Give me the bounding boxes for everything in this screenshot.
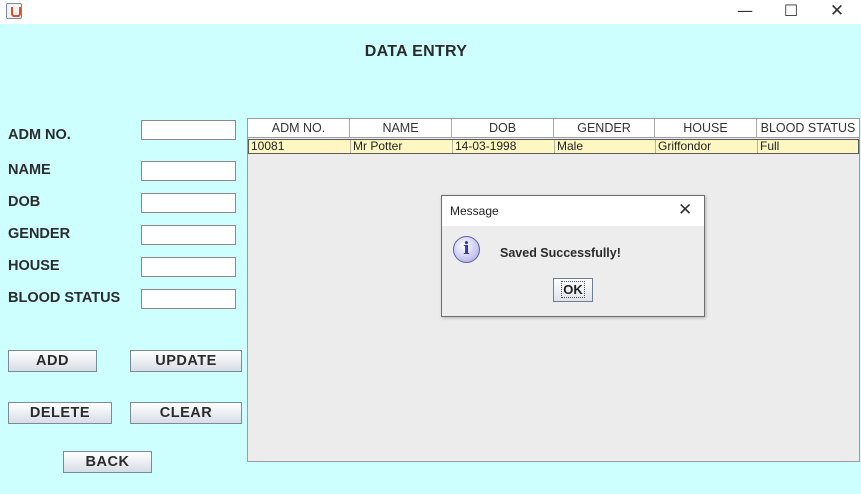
dialog-message: Saved Successfully!: [500, 246, 621, 260]
cell-blood-status[interactable]: Full: [758, 140, 858, 153]
cell-house[interactable]: Griffondor: [656, 140, 758, 153]
blood-status-label: BLOOD STATUS: [8, 290, 121, 306]
column-header-house[interactable]: HOUSE: [655, 119, 757, 138]
column-header-adm-no[interactable]: ADM NO.: [248, 119, 350, 138]
name-label: NAME: [8, 162, 51, 178]
column-header-dob[interactable]: DOB: [452, 119, 554, 138]
house-input[interactable]: [141, 257, 236, 277]
cell-gender[interactable]: Male: [555, 140, 656, 153]
message-dialog: Message ✕ i Saved Successfully! OK: [441, 195, 705, 317]
adm-no-label: ADM NO.: [8, 127, 71, 143]
gender-label: GENDER: [8, 226, 71, 242]
form-title: DATA ENTRY: [364, 43, 468, 60]
column-header-name[interactable]: NAME: [350, 119, 452, 138]
column-header-gender[interactable]: GENDER: [554, 119, 655, 138]
add-button[interactable]: ADD: [8, 350, 97, 372]
blood-status-input[interactable]: [141, 289, 236, 309]
clear-button[interactable]: CLEAR: [130, 402, 242, 424]
information-icon: i: [453, 236, 480, 263]
dialog-titlebar: Message ✕: [442, 196, 704, 226]
cell-dob[interactable]: 14-03-1998: [453, 140, 555, 153]
gender-input[interactable]: [141, 225, 236, 245]
dialog-title: Message: [450, 204, 499, 218]
column-header-blood-status[interactable]: BLOOD STATUS: [757, 119, 859, 138]
java-app-icon: [6, 3, 22, 19]
close-window-button[interactable]: ✕: [814, 0, 860, 24]
maximize-button[interactable]: ☐: [768, 0, 814, 24]
update-button[interactable]: UPDATE: [130, 350, 242, 372]
cell-name[interactable]: Mr Potter: [351, 140, 453, 153]
table-row[interactable]: 10081 Mr Potter 14-03-1998 Male Griffond…: [248, 139, 859, 154]
dob-input[interactable]: [141, 193, 236, 213]
dialog-close-icon[interactable]: ✕: [678, 200, 692, 220]
cell-adm-no[interactable]: 10081: [249, 140, 351, 153]
back-button[interactable]: BACK: [63, 451, 152, 473]
table-header: ADM NO. NAME DOB GENDER HOUSE BLOOD STAT…: [248, 119, 859, 138]
dob-label: DOB: [8, 194, 41, 210]
ok-button[interactable]: OK: [553, 278, 593, 302]
window-titlebar: — ☐ ✕: [0, 0, 861, 24]
house-label: HOUSE: [8, 258, 60, 274]
name-input[interactable]: [141, 161, 236, 181]
adm-no-input[interactable]: [141, 120, 236, 140]
delete-button[interactable]: DELETE: [8, 402, 112, 424]
ok-button-label: OK: [561, 281, 585, 298]
minimize-button[interactable]: —: [722, 0, 768, 24]
